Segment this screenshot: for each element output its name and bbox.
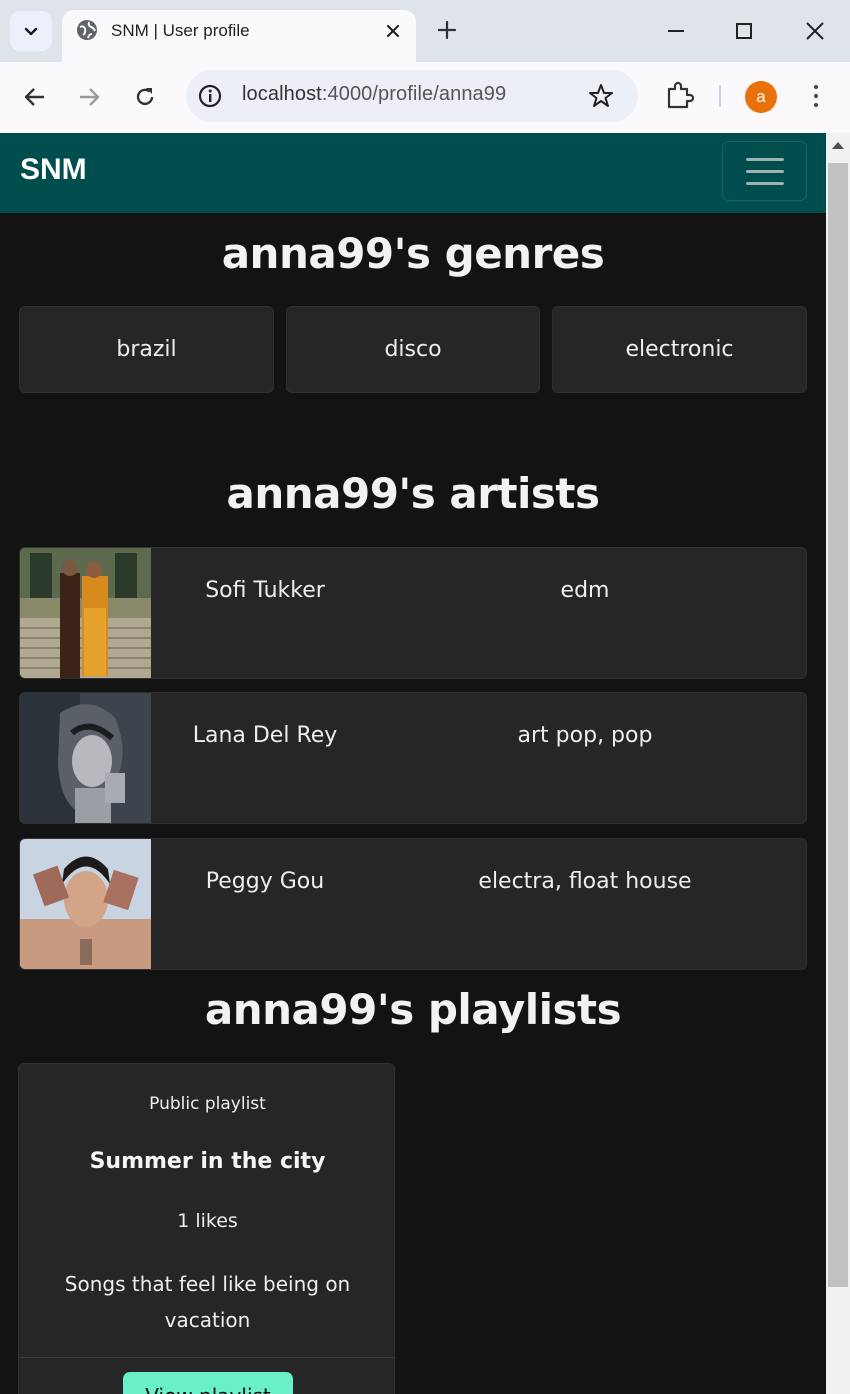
card-footer-divider (19, 1357, 394, 1358)
artist-genres: edm (560, 578, 610, 603)
browser-toolbar: localhost:4000/profile/anna99 (0, 62, 850, 133)
avatar[interactable]: a (745, 81, 777, 113)
playlist-title: Summer in the city (89, 1149, 326, 1174)
menu-toggle-button[interactable] (722, 141, 807, 201)
playlist-card: Public playlist Summer in the city 1 lik… (18, 1063, 395, 1394)
artist-photo (20, 548, 151, 678)
artist-card[interactable]: Peggy Gou electra, float house (19, 838, 807, 970)
artist-photo (20, 839, 151, 969)
maximize-icon[interactable] (729, 17, 759, 45)
plus-icon[interactable] (434, 17, 460, 43)
tab-title: SNM | User profile (111, 21, 250, 40)
tab-search-icon[interactable] (10, 11, 52, 51)
browser-tab[interactable]: SNM | User profile (62, 10, 416, 62)
browser-tabstrip: SNM | User profile (0, 0, 850, 62)
reload-icon[interactable] (128, 80, 162, 114)
artist-genres: electra, float house (478, 869, 692, 894)
artist-genres: art pop, pop (517, 723, 653, 748)
page-scrollbar[interactable] (826, 133, 850, 1394)
toolbar-separator (719, 85, 721, 107)
artist-card[interactable]: Lana Del Rey art pop, pop (19, 692, 807, 824)
playlist-description: Songs that feel like being on vacation (64, 1272, 351, 1332)
artist-card[interactable]: Sofi Tukker edm (19, 547, 807, 679)
globe-icon (76, 19, 98, 41)
artists-heading: anna99's artists (226, 469, 600, 518)
url-text: localhost:4000/profile/anna99 (242, 83, 507, 105)
scroll-up-icon[interactable] (832, 142, 844, 149)
info-icon[interactable] (198, 84, 222, 108)
artist-name: Peggy Gou (205, 869, 325, 894)
star-icon[interactable] (588, 83, 614, 109)
scrollbar-thumb[interactable] (828, 163, 848, 1287)
genre-card[interactable]: disco (286, 306, 540, 393)
site-navbar: SNM (0, 133, 826, 213)
back-icon[interactable] (18, 80, 52, 114)
brand-logo[interactable]: SNM (20, 153, 87, 187)
artist-name: Lana Del Rey (192, 723, 338, 748)
artist-name: Sofi Tukker (205, 578, 325, 603)
playlist-visibility: Public playlist (149, 1094, 266, 1114)
playlist-likes: 1 likes (177, 1210, 238, 1232)
close-window-icon[interactable] (800, 17, 830, 45)
page-viewport: SNM anna99's genres brazil disco electro… (0, 133, 826, 1394)
close-icon[interactable] (382, 20, 404, 42)
artist-photo (20, 693, 151, 823)
extensions-icon[interactable] (664, 80, 695, 110)
more-icon[interactable] (806, 80, 826, 112)
playlists-heading: anna99's playlists (204, 985, 622, 1034)
address-bar[interactable]: localhost:4000/profile/anna99 (186, 70, 638, 122)
minimize-icon[interactable] (661, 17, 691, 45)
genres-heading: anna99's genres (221, 229, 605, 278)
forward-icon[interactable] (72, 80, 106, 114)
genre-card[interactable]: electronic (552, 306, 807, 393)
genre-card[interactable]: brazil (19, 306, 274, 393)
view-playlist-button[interactable]: View playlist (123, 1372, 293, 1394)
